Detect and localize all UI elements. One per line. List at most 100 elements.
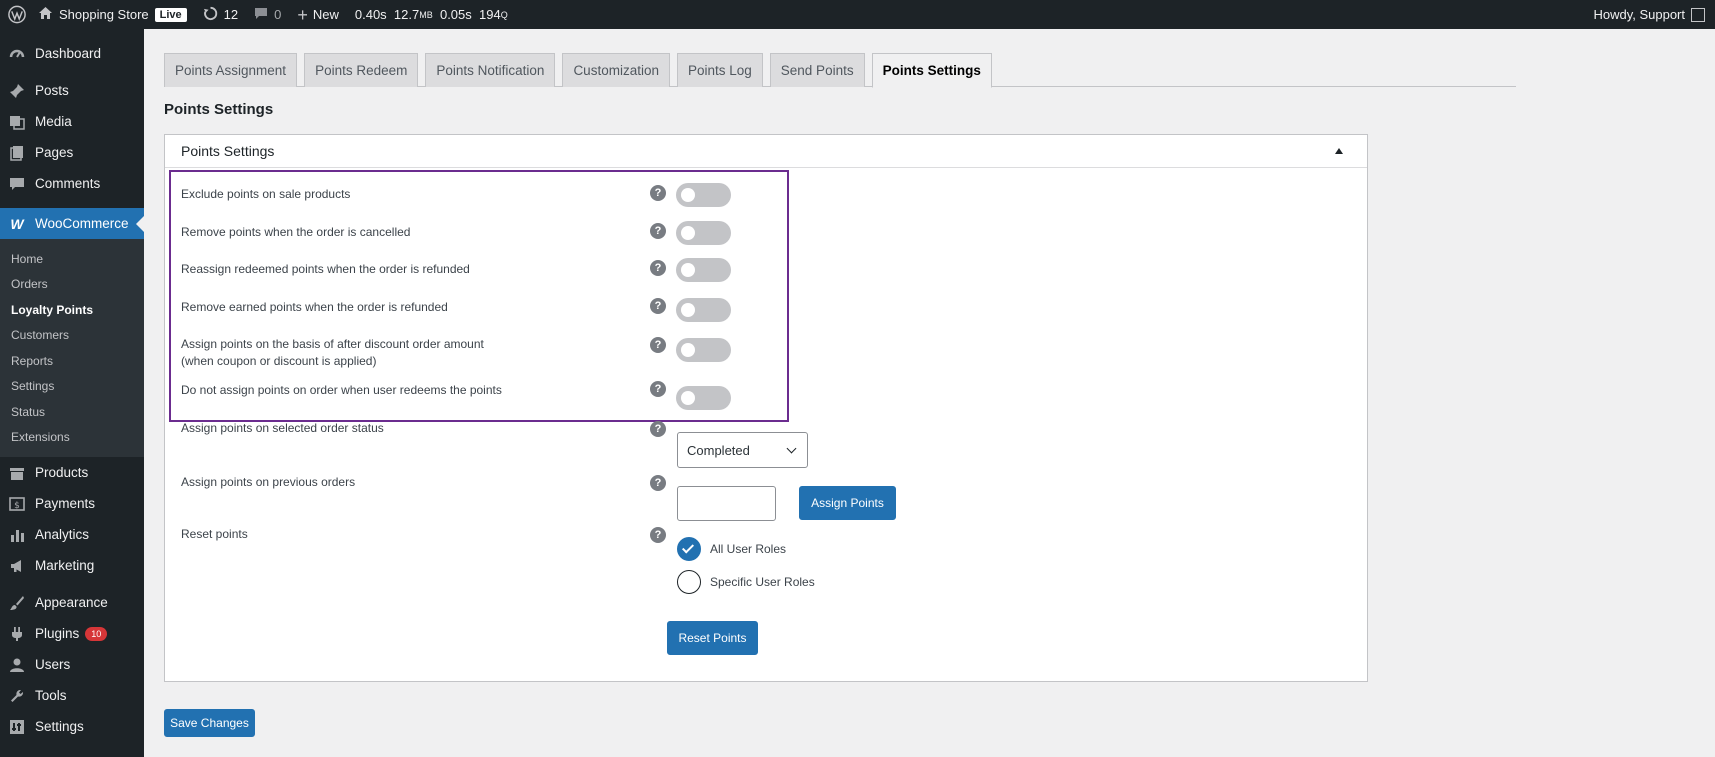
submenu-item-home[interactable]: Home xyxy=(0,246,144,272)
panel-header[interactable]: Points Settings xyxy=(165,135,1367,168)
menu-label: Users xyxy=(35,657,71,672)
updates-count: 12 xyxy=(223,7,239,22)
submenu-item-extensions[interactable]: Extensions xyxy=(0,425,144,451)
menu-label: Marketing xyxy=(35,558,95,573)
new-content-link[interactable]: + New xyxy=(289,0,347,29)
help-icon[interactable]: ? xyxy=(650,475,666,491)
menu-item-users[interactable]: Users xyxy=(0,649,144,680)
payments-icon: $ xyxy=(8,495,26,513)
pin-icon xyxy=(8,82,26,100)
setting-label-line2: (when coupon or discount is applied) xyxy=(181,354,377,368)
toggle-knob xyxy=(681,226,695,240)
new-label: New xyxy=(312,7,339,22)
menu-item-dashboard[interactable]: Dashboard xyxy=(0,38,144,69)
setting-label-exclude-sale: Exclude points on sale products xyxy=(181,187,351,201)
menu-label: WooCommerce xyxy=(35,216,129,231)
submenu-item-customers[interactable]: Customers xyxy=(0,323,144,349)
menu-item-pages[interactable]: Pages xyxy=(0,137,144,168)
menu-label: Plugins xyxy=(35,626,80,641)
toggle-knob xyxy=(681,188,695,202)
admin-sidebar: Dashboard Posts Media Pages Comments W W… xyxy=(0,29,144,757)
help-icon[interactable]: ? xyxy=(650,223,666,239)
megaphone-icon xyxy=(8,557,26,575)
perf-memory: 12.7 xyxy=(393,7,420,22)
menu-label: Pages xyxy=(35,145,74,160)
submenu-item-settings[interactable]: Settings xyxy=(0,374,144,400)
setting-label-line1: Assign points on the basis of after disc… xyxy=(181,337,484,351)
page-title: Points Settings xyxy=(164,101,274,118)
menu-item-comments[interactable]: Comments xyxy=(0,168,144,199)
help-icon[interactable]: ? xyxy=(650,337,666,353)
radio-all-user-roles[interactable] xyxy=(677,537,701,561)
toggle-after-discount[interactable] xyxy=(676,338,731,362)
menu-label: Posts xyxy=(35,83,69,98)
site-name-link[interactable]: Shopping Store Live xyxy=(30,0,195,29)
order-status-select[interactable]: Completed xyxy=(677,432,808,468)
menu-item-tools[interactable]: Tools xyxy=(0,680,144,711)
comments-link[interactable]: 0 xyxy=(246,0,289,29)
radio-specific-user-roles[interactable] xyxy=(677,570,701,594)
products-icon xyxy=(8,464,26,482)
site-name: Shopping Store xyxy=(59,7,149,22)
help-icon[interactable]: ? xyxy=(650,185,666,201)
toggle-remove-earned-refunded[interactable] xyxy=(676,298,731,322)
tab-points-settings[interactable]: Points Settings xyxy=(871,53,992,88)
help-icon[interactable]: ? xyxy=(650,381,666,397)
woo-icon: W xyxy=(10,215,24,232)
toggle-remove-cancelled[interactable] xyxy=(676,221,731,245)
menu-item-posts[interactable]: Posts xyxy=(0,75,144,106)
toggle-exclude-sale[interactable] xyxy=(676,183,731,207)
help-icon[interactable]: ? xyxy=(650,421,666,437)
tab-points-log[interactable]: Points Log xyxy=(676,53,763,87)
woocommerce-submenu: Home Orders Loyalty Points Customers Rep… xyxy=(0,239,144,457)
menu-item-media[interactable]: Media xyxy=(0,106,144,137)
home-icon xyxy=(38,6,53,23)
menu-item-settings[interactable]: Settings xyxy=(0,711,144,742)
reset-points-button[interactable]: Reset Points xyxy=(667,621,758,655)
help-icon[interactable]: ? xyxy=(650,527,666,543)
tab-send-points[interactable]: Send Points xyxy=(769,53,865,87)
setting-label-previous-orders: Assign points on previous orders xyxy=(181,475,356,489)
toggle-reassign-refunded[interactable] xyxy=(676,258,731,282)
updates-link[interactable]: 12 xyxy=(195,0,246,29)
perf-time: 0.40s xyxy=(354,7,387,22)
user-icon xyxy=(8,656,26,674)
menu-item-marketing[interactable]: Marketing xyxy=(0,550,144,581)
chevron-down-icon xyxy=(786,443,797,454)
order-status-value: Completed xyxy=(687,442,750,458)
setting-label-no-assign-on-redeem: Do not assign points on order when user … xyxy=(181,383,502,397)
tab-points-assignment[interactable]: Points Assignment xyxy=(164,53,298,87)
query-monitor-stats[interactable]: 0.40s 12.7 MB 0.05s 194 Q xyxy=(347,0,516,29)
submenu-item-reports[interactable]: Reports xyxy=(0,348,144,374)
comment-icon xyxy=(8,175,26,193)
menu-item-plugins[interactable]: Plugins 10 xyxy=(0,618,144,649)
menu-item-appearance[interactable]: Appearance xyxy=(0,587,144,618)
previous-orders-input[interactable] xyxy=(677,486,776,521)
my-account-link[interactable]: Howdy, Support xyxy=(1585,0,1715,29)
help-icon[interactable]: ? xyxy=(650,298,666,314)
media-icon xyxy=(8,113,26,131)
menu-label: Tools xyxy=(35,688,67,703)
plug-icon xyxy=(8,625,26,643)
menu-item-analytics[interactable]: Analytics xyxy=(0,519,144,550)
avatar xyxy=(1691,7,1705,22)
menu-item-payments[interactable]: $ Payments xyxy=(0,488,144,519)
live-badge: Live xyxy=(154,7,187,22)
menu-item-woocommerce[interactable]: W WooCommerce xyxy=(0,208,144,239)
radio-label-all-user-roles: All User Roles xyxy=(710,542,787,556)
submenu-item-loyalty-points[interactable]: Loyalty Points xyxy=(0,297,144,323)
tab-points-redeem[interactable]: Points Redeem xyxy=(304,53,419,87)
save-changes-button[interactable]: Save Changes xyxy=(164,709,255,737)
collapse-arrow-icon[interactable] xyxy=(1335,148,1343,154)
settings-tabs: Points Assignment Points Redeem Points N… xyxy=(164,53,1516,88)
help-icon[interactable]: ? xyxy=(650,260,666,276)
submenu-item-status[interactable]: Status xyxy=(0,399,144,425)
tab-points-notification[interactable]: Points Notification xyxy=(425,53,556,87)
toggle-no-assign-on-redeem[interactable] xyxy=(676,386,731,410)
menu-item-products[interactable]: Products xyxy=(0,457,144,488)
wordpress-logo-icon[interactable] xyxy=(0,0,30,29)
plugins-update-badge: 10 xyxy=(85,626,108,641)
tab-customization[interactable]: Customization xyxy=(562,53,670,87)
submenu-item-orders[interactable]: Orders xyxy=(0,272,144,298)
assign-points-button[interactable]: Assign Points xyxy=(799,486,896,520)
